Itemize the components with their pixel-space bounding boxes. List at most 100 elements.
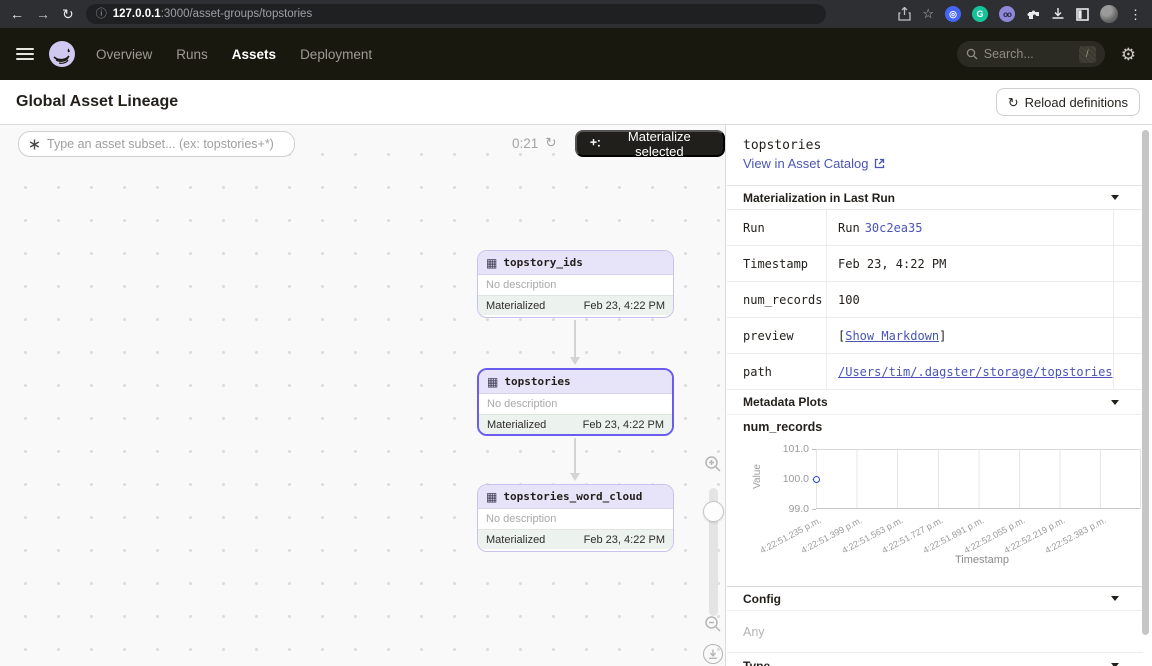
section-materialization[interactable]: Materialization in Last Run <box>727 185 1143 210</box>
asset-node-topstories-word-cloud[interactable]: ▦ topstories_word_cloud No description M… <box>477 484 674 552</box>
share-icon[interactable] <box>898 7 911 21</box>
reload-icon: ↻ <box>1008 96 1019 109</box>
asset-filter-input[interactable] <box>47 137 285 151</box>
materialize-selected-button[interactable]: Materialize selected <box>575 130 725 157</box>
hamburger-menu-icon[interactable] <box>16 48 34 60</box>
browser-menu-icon[interactable]: ⋮ <box>1129 8 1142 21</box>
asset-name: topstories <box>504 375 570 388</box>
metadata-row-path: path /Users/tim/.dagster/storage/topstor… <box>727 354 1143 390</box>
asset-status: Materialized <box>486 300 545 312</box>
asset-name: topstories_word_cloud <box>503 490 642 503</box>
asset-filter-box[interactable] <box>18 131 295 157</box>
nav-tabs: Overview Runs Assets Deployment <box>96 47 372 62</box>
profile-avatar[interactable] <box>1100 5 1118 23</box>
extension-glasses-icon[interactable]: oo <box>999 6 1015 22</box>
tab-overview[interactable]: Overview <box>96 47 152 62</box>
metadata-key: path <box>727 365 826 379</box>
panel-asset-name: topstories <box>743 138 821 153</box>
metadata-row-preview: preview [Show Markdown] <box>727 318 1143 354</box>
address-bar[interactable]: ⓘ 127.0.0.1:3000/asset-groups/topstories <box>86 4 826 24</box>
section-metadata-plots[interactable]: Metadata Plots <box>727 390 1143 415</box>
zoom-to-fit-icon[interactable] <box>703 644 723 664</box>
asset-selector-icon <box>28 138 41 151</box>
section-type[interactable]: Type <box>727 653 1143 666</box>
tab-deployment[interactable]: Deployment <box>300 47 372 62</box>
extension-1password-icon[interactable]: ◎ <box>945 6 961 22</box>
zoom-in-icon[interactable] <box>704 455 722 473</box>
asset-timestamp: Feb 23, 4:22 PM <box>583 419 664 431</box>
plot-area <box>816 449 1141 509</box>
table-icon: ▦ <box>486 491 497 503</box>
extension-grammarly-icon[interactable]: G <box>972 6 988 22</box>
reading-list-icon[interactable] <box>1076 8 1089 21</box>
collapse-caret-icon[interactable] <box>1111 400 1119 405</box>
site-info-icon[interactable]: ⓘ <box>96 9 107 20</box>
extensions-puzzle-icon[interactable] <box>1026 7 1040 21</box>
asset-node-header: ▦ topstories_word_cloud <box>478 485 673 509</box>
browser-actions: ☆ ◎ G oo ⋮ <box>898 5 1142 23</box>
path-link[interactable]: /Users/tim/.dagster/storage/topstories <box>838 365 1113 379</box>
run-prefix: Run <box>838 221 860 235</box>
browser-back-icon[interactable]: ← <box>10 7 24 21</box>
section-config-label: Config <box>743 592 781 606</box>
reload-definitions-button[interactable]: ↻ Reload definitions <box>996 88 1140 116</box>
timer-refresh-icon[interactable]: ↻ <box>545 135 556 151</box>
panel-sections: Materialization in Last Run Run Run 30c2… <box>727 185 1143 666</box>
row-spacer <box>1113 354 1143 389</box>
plot-title: num_records <box>743 420 822 434</box>
show-markdown-link[interactable]: Show Markdown <box>845 329 939 343</box>
tab-runs[interactable]: Runs <box>176 47 208 62</box>
asset-node-topstory-ids[interactable]: ▦ topstory_ids No description Materializ… <box>477 250 674 318</box>
config-value: Any <box>743 625 765 639</box>
metadata-key: num_records <box>727 293 826 307</box>
app-root: ← → ↻ ⓘ 127.0.0.1:3000/asset-groups/tops… <box>0 0 1152 666</box>
url-path: :3000/asset-groups/topstories <box>161 8 313 20</box>
asset-node-header: ▦ topstories <box>479 370 672 394</box>
metadata-row-timestamp: Timestamp Feb 23, 4:22 PM <box>727 246 1143 282</box>
zoom-out-icon[interactable] <box>700 615 726 633</box>
materialize-selected-label: Materialize selected <box>608 129 711 159</box>
row-spacer <box>1113 318 1143 353</box>
asset-node-body: No description <box>478 275 673 295</box>
row-spacer <box>1113 282 1143 317</box>
asset-node-body: No description <box>479 394 672 414</box>
run-id-link[interactable]: 30c2ea35 <box>865 221 923 235</box>
lineage-edge-arrow <box>574 438 576 474</box>
collapse-caret-icon[interactable] <box>1111 195 1119 200</box>
asset-status: Materialized <box>487 419 546 431</box>
row-spacer <box>1113 246 1143 281</box>
bracket: [ <box>838 329 845 343</box>
y-tick: 101.0 <box>765 443 809 455</box>
tab-assets[interactable]: Assets <box>232 47 276 62</box>
metadata-value: [Show Markdown] <box>826 318 1113 353</box>
table-icon: ▦ <box>486 257 497 269</box>
page-header: Global Asset Lineage ↻ Reload definition… <box>0 80 1152 125</box>
metadata-value: Run 30c2ea35 <box>826 210 1113 245</box>
panel-scrollbar[interactable] <box>1142 130 1149 635</box>
asset-node-footer: Materialized Feb 23, 4:22 PM <box>479 414 672 434</box>
search-icon <box>966 48 978 60</box>
browser-forward-icon[interactable]: → <box>36 7 50 21</box>
metadata-value: /Users/tim/.dagster/storage/topstories <box>826 354 1113 389</box>
collapse-caret-icon[interactable] <box>1111 596 1119 601</box>
downloads-icon[interactable] <box>1051 7 1065 21</box>
section-config[interactable]: Config <box>727 586 1143 611</box>
asset-timestamp: Feb 23, 4:22 PM <box>584 534 665 546</box>
table-icon: ▦ <box>487 376 498 388</box>
data-point-100[interactable] <box>813 476 820 483</box>
asset-node-footer: Materialized Feb 23, 4:22 PM <box>478 295 673 315</box>
asset-node-topstories[interactable]: ▦ topstories No description Materialized… <box>477 368 674 436</box>
dagster-logo[interactable] <box>48 40 76 68</box>
x-axis-label: Timestamp <box>927 554 1037 566</box>
browser-toolbar: ← → ↻ ⓘ 127.0.0.1:3000/asset-groups/tops… <box>0 0 1152 28</box>
zoom-slider-handle[interactable] <box>703 501 724 522</box>
view-in-asset-catalog-link[interactable]: View in Asset Catalog <box>743 156 885 171</box>
settings-gear-icon[interactable]: ⚙ <box>1121 46 1136 63</box>
asset-description: No description <box>486 279 556 291</box>
asset-graph-panel[interactable]: 0:21 ↻ Materialize selected ▦ topstory_i… <box>0 125 726 666</box>
row-spacer <box>1113 210 1143 245</box>
browser-reload-icon[interactable]: ↻ <box>62 7 74 21</box>
asset-description: No description <box>486 513 556 525</box>
global-search-input[interactable]: Search... / <box>957 41 1105 67</box>
bookmark-star-icon[interactable]: ☆ <box>922 6 934 22</box>
